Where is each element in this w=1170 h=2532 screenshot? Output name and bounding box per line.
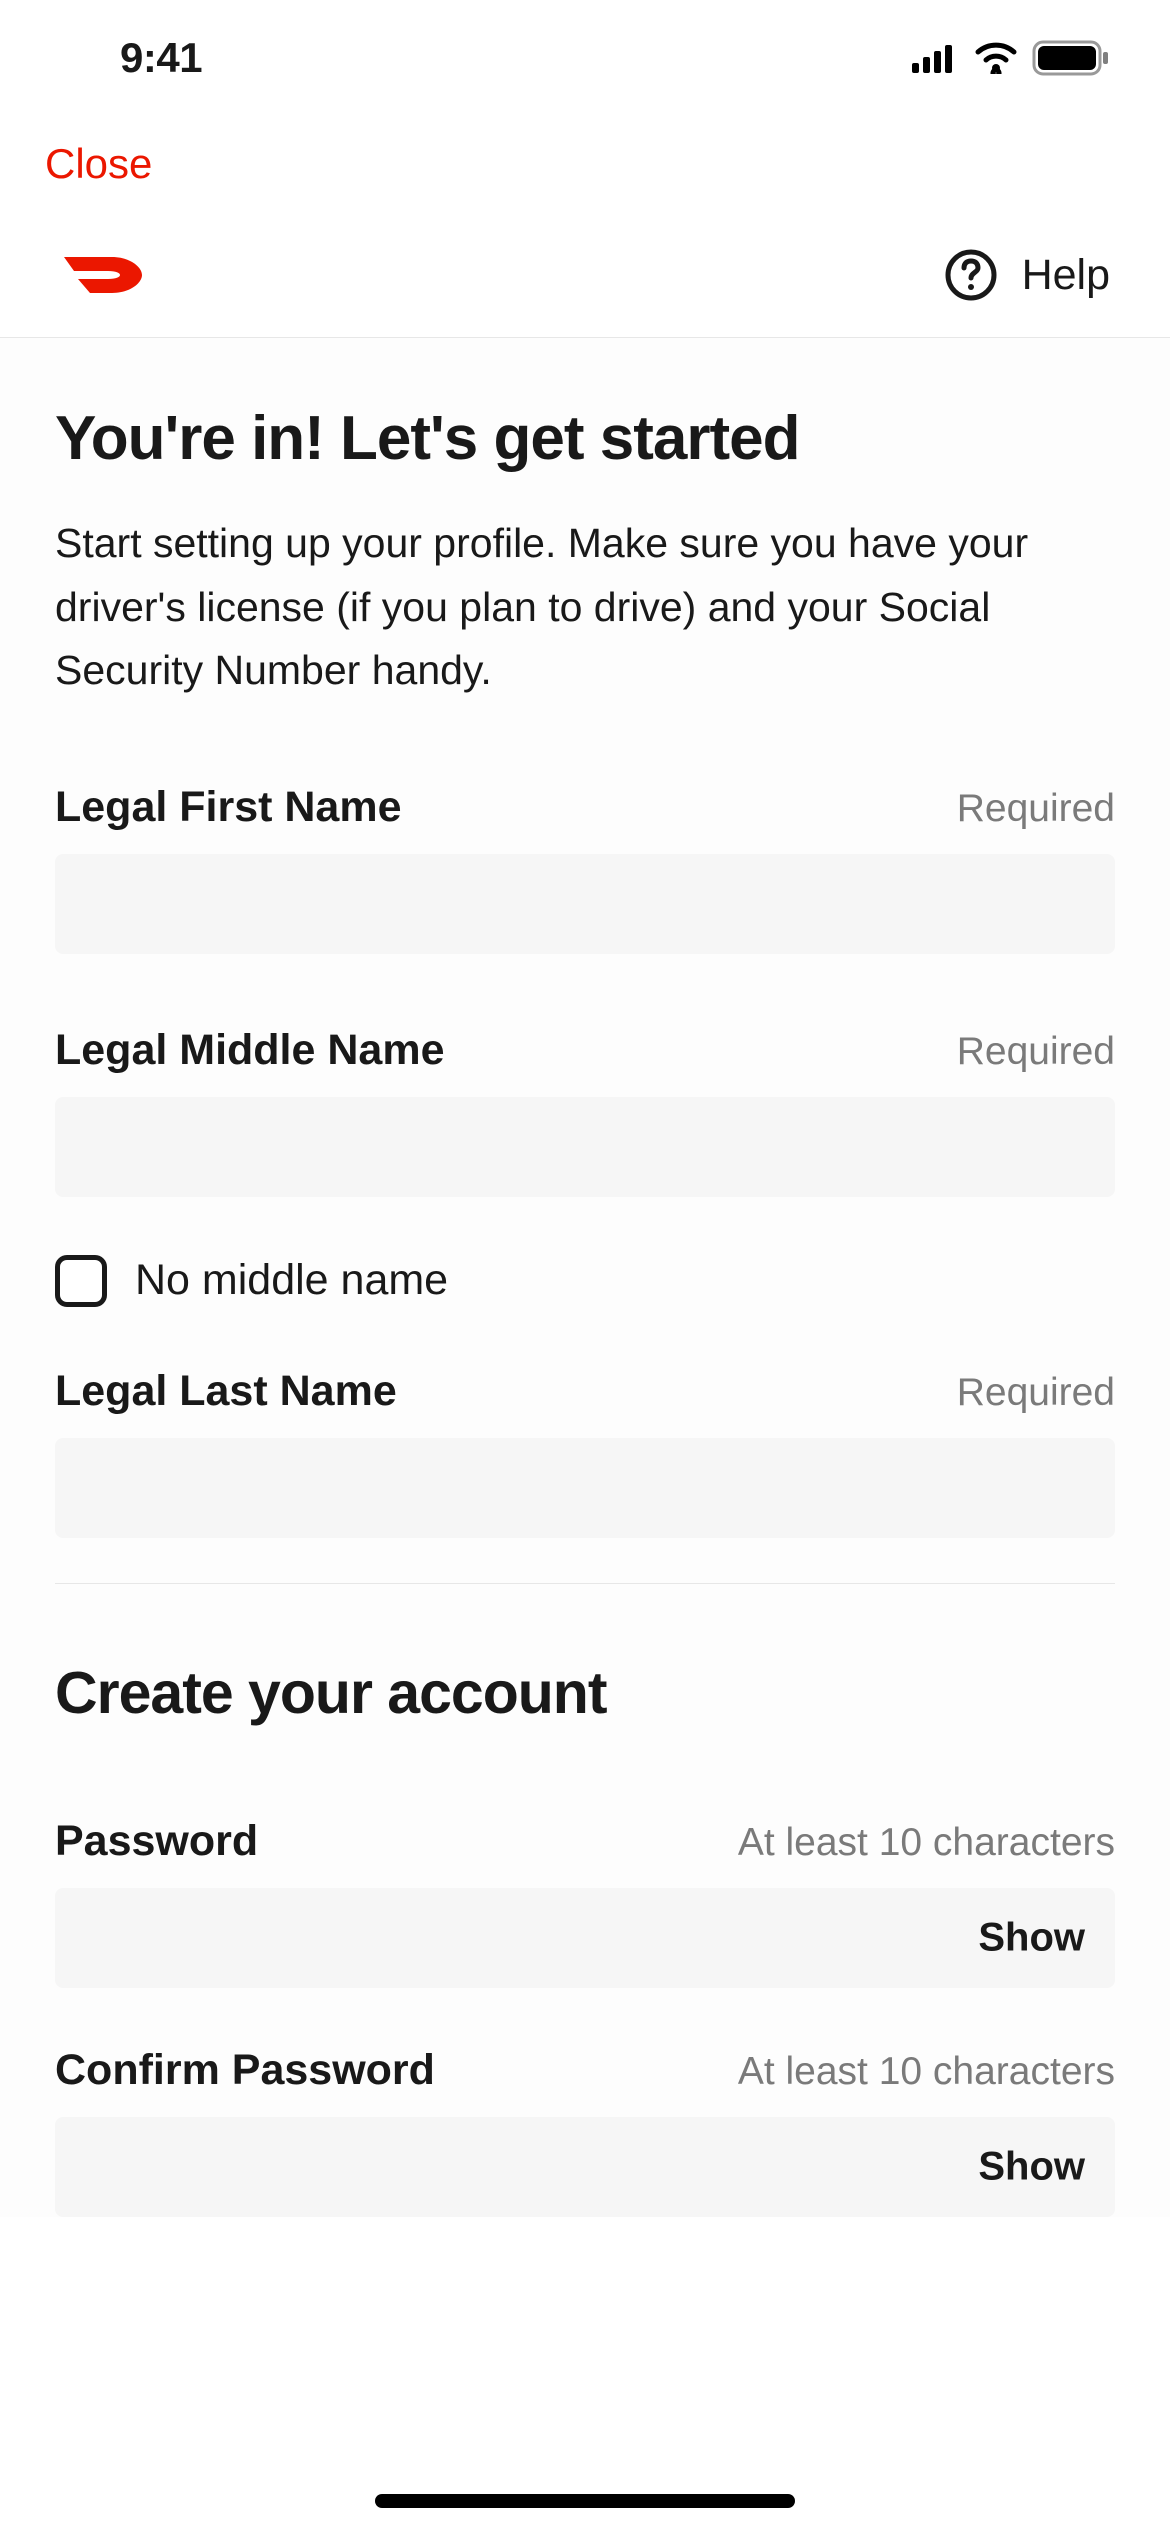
last-name-input[interactable] [55,1438,1115,1538]
wifi-icon [974,42,1018,74]
nav-bar: Close [0,100,1170,218]
last-name-field: Legal Last Name Required [55,1367,1115,1538]
status-bar: 9:41 [0,0,1170,100]
middle-name-input[interactable] [55,1097,1115,1197]
show-password-button[interactable]: Show [978,1915,1085,1960]
no-middle-name-checkbox[interactable]: No middle name [55,1255,1115,1307]
last-name-hint: Required [957,1371,1115,1415]
section-divider [55,1583,1115,1584]
first-name-label: Legal First Name [55,783,402,832]
battery-icon [1032,40,1110,76]
show-confirm-password-button[interactable]: Show [978,2144,1085,2189]
password-input[interactable] [55,1888,1115,1988]
home-indicator[interactable] [375,2494,795,2508]
doordash-logo [60,249,148,301]
middle-name-label: Legal Middle Name [55,1026,444,1075]
middle-name-field: Legal Middle Name Required [55,1026,1115,1197]
help-label: Help [1022,251,1110,300]
create-account-title: Create your account [55,1659,1115,1727]
first-name-input[interactable] [55,854,1115,954]
last-name-label: Legal Last Name [55,1367,397,1416]
checkbox-box-icon [55,1255,107,1307]
page-subtitle: Start setting up your profile. Make sure… [55,512,1115,703]
password-field: Password At least 10 characters Show [55,1817,1115,1988]
confirm-password-label: Confirm Password [55,2046,435,2095]
first-name-field: Legal First Name Required [55,783,1115,954]
no-middle-name-label: No middle name [135,1256,448,1305]
middle-name-hint: Required [957,1030,1115,1074]
first-name-hint: Required [957,787,1115,831]
password-label: Password [55,1817,258,1866]
status-time: 9:41 [120,34,202,82]
confirm-password-hint: At least 10 characters [738,2050,1115,2094]
confirm-password-field: Confirm Password At least 10 characters … [55,2046,1115,2217]
help-button[interactable]: Help [944,248,1110,302]
header-bar: Help [0,218,1170,338]
password-hint: At least 10 characters [738,1821,1115,1865]
help-icon [944,248,998,302]
page-title: You're in! Let's get started [55,403,1115,474]
close-button[interactable]: Close [45,140,152,187]
status-icons [912,40,1110,76]
cellular-icon [912,43,960,73]
content-area: You're in! Let's get started Start setti… [0,338,1170,2217]
confirm-password-input[interactable] [55,2117,1115,2217]
